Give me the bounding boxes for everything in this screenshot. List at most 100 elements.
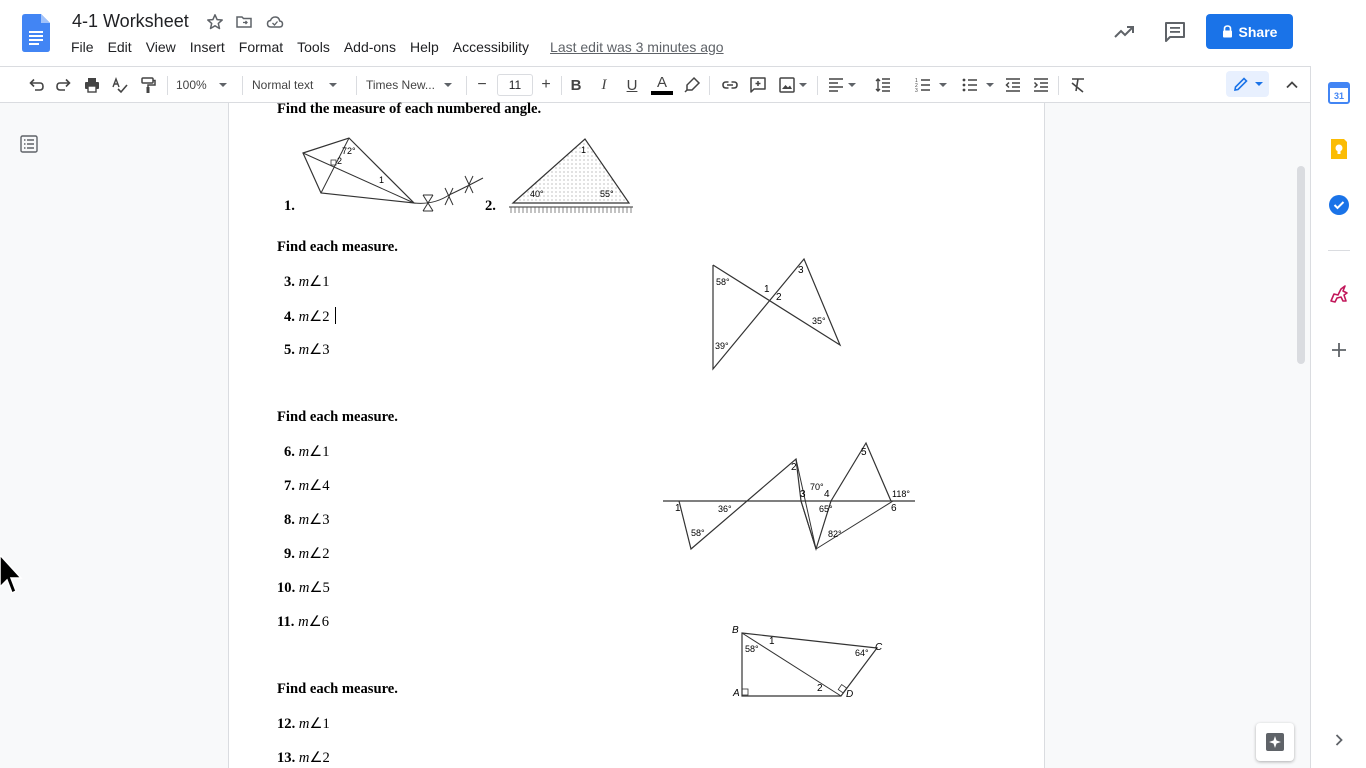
measure-m: m — [298, 614, 309, 630]
document-title[interactable]: 4-1 Worksheet — [72, 11, 189, 32]
underline-button[interactable]: U — [621, 73, 643, 97]
crossing-triangles-figure — [712, 257, 842, 371]
paragraph-style-select[interactable]: Normal text — [252, 73, 348, 97]
angle-label: ∠3 — [309, 342, 330, 358]
toolbar-divider — [356, 76, 357, 95]
share-button[interactable]: Share — [1206, 14, 1293, 49]
angle-label: ∠1 — [309, 274, 330, 290]
decrease-indent-icon — [1005, 78, 1020, 92]
header: 4-1 Worksheet File Edit View Insert Form… — [0, 0, 1346, 66]
increase-font-size-button[interactable]: + — [536, 73, 556, 97]
italic-button[interactable]: I — [593, 73, 615, 97]
figure-label: 3 — [798, 265, 804, 276]
item-number: 13. — [277, 750, 296, 766]
insert-comment-button[interactable] — [746, 73, 770, 97]
list-item: 11. m∠6 — [277, 613, 329, 631]
addon-unicorn-icon[interactable] — [1328, 283, 1350, 305]
align-button[interactable] — [824, 73, 858, 97]
kite-figure — [302, 137, 484, 212]
menu-accessibility[interactable]: Accessibility — [446, 38, 536, 58]
menu-addons[interactable]: Add-ons — [337, 38, 403, 58]
angle-label: ∠6 — [308, 614, 330, 630]
figure-label: 70° — [810, 482, 824, 492]
paint-format-button[interactable] — [136, 73, 160, 97]
insert-image-button[interactable] — [774, 73, 810, 97]
zoom-select[interactable]: 100% — [176, 73, 234, 97]
tasks-icon[interactable] — [1328, 194, 1350, 216]
last-edit-link[interactable]: Last edit was 3 minutes ago — [546, 38, 728, 58]
hide-menus-button[interactable] — [1280, 73, 1304, 97]
clear-formatting-icon — [1071, 78, 1084, 93]
font-size-input[interactable]: 11 — [497, 74, 533, 96]
move-folder-icon[interactable] — [235, 13, 253, 31]
spellcheck-icon — [112, 77, 128, 94]
comment-history-icon[interactable] — [1163, 20, 1187, 44]
line-spacing-button[interactable] — [871, 73, 895, 97]
figure-label: 6 — [891, 503, 897, 514]
add-icon[interactable] — [1328, 339, 1350, 361]
chevron-right-icon[interactable] — [1328, 729, 1350, 751]
chevron-down-icon — [798, 83, 807, 87]
menu-view[interactable]: View — [139, 38, 183, 58]
undo-button[interactable] — [24, 73, 48, 97]
measure-m: m — [298, 546, 310, 562]
numbered-list-icon: 123 — [915, 78, 930, 94]
explore-button[interactable] — [1256, 723, 1294, 761]
print-icon — [85, 78, 99, 93]
insert-link-button[interactable] — [718, 73, 742, 97]
menu-tools[interactable]: Tools — [290, 38, 337, 58]
align-left-icon — [828, 78, 843, 92]
redo-icon — [56, 78, 71, 91]
angle-label: ∠2 — [309, 309, 330, 325]
menu-edit[interactable]: Edit — [101, 38, 139, 58]
menu-format[interactable]: Format — [232, 38, 290, 58]
figure-label: 55° — [600, 189, 614, 199]
decrease-font-size-button[interactable]: − — [472, 73, 492, 97]
menu-help[interactable]: Help — [403, 38, 446, 58]
add-comment-icon — [750, 77, 766, 93]
bold-button[interactable]: B — [565, 73, 587, 97]
figure-label: 5 — [861, 447, 867, 458]
increase-indent-button[interactable] — [1029, 73, 1053, 97]
redo-button[interactable] — [52, 73, 76, 97]
measure-m: m — [298, 750, 310, 766]
font-select[interactable]: Times New... — [366, 73, 462, 97]
activity-dashboard-icon[interactable] — [1112, 20, 1136, 44]
document-page[interactable]: Find the measure of each numbered angle.… — [228, 101, 1045, 768]
measure-m: m — [298, 444, 310, 460]
text-cursor — [334, 307, 337, 324]
editing-mode-button[interactable] — [1226, 71, 1269, 97]
text-color-button[interactable]: A — [650, 73, 674, 97]
mouse-pointer-icon — [0, 555, 23, 595]
figure-label: 36° — [718, 504, 732, 514]
calendar-icon[interactable]: 31 — [1328, 82, 1350, 104]
item-number: 12. — [277, 716, 296, 732]
figure-label: 58° — [716, 277, 730, 287]
cloud-saved-icon[interactable] — [266, 13, 284, 31]
vertical-scrollbar[interactable] — [1297, 166, 1305, 364]
decrease-indent-button[interactable] — [1001, 73, 1025, 97]
figure-label: 3 — [800, 489, 806, 500]
highlight-color-button[interactable] — [680, 73, 704, 97]
chevron-down-icon — [985, 83, 994, 87]
list-item: 6. m∠1 — [284, 443, 330, 461]
document-outline-icon[interactable] — [19, 134, 39, 154]
section-heading: Find the measure of each numbered angle. — [277, 101, 542, 117]
image-icon — [778, 77, 795, 93]
list-item: 12. m∠1 — [277, 715, 330, 733]
section-heading: Find each measure. — [277, 681, 398, 697]
print-button[interactable] — [80, 73, 104, 97]
numbered-list-button[interactable]: 123 — [910, 73, 950, 97]
item-number: 8. — [284, 512, 295, 528]
google-docs-logo-icon[interactable] — [22, 14, 50, 52]
bulleted-list-icon — [962, 78, 977, 92]
item-number: 5. — [284, 342, 295, 358]
bulleted-list-button[interactable] — [957, 73, 997, 97]
menu-insert[interactable]: Insert — [183, 38, 232, 58]
spelling-check-button[interactable] — [108, 73, 132, 97]
keep-icon[interactable] — [1328, 138, 1350, 160]
toolbar: 100% Normal text Times New... − 11 + B I… — [0, 66, 1310, 103]
clear-formatting-button[interactable] — [1066, 73, 1090, 97]
star-icon[interactable] — [206, 13, 224, 31]
menu-file[interactable]: File — [64, 38, 101, 58]
